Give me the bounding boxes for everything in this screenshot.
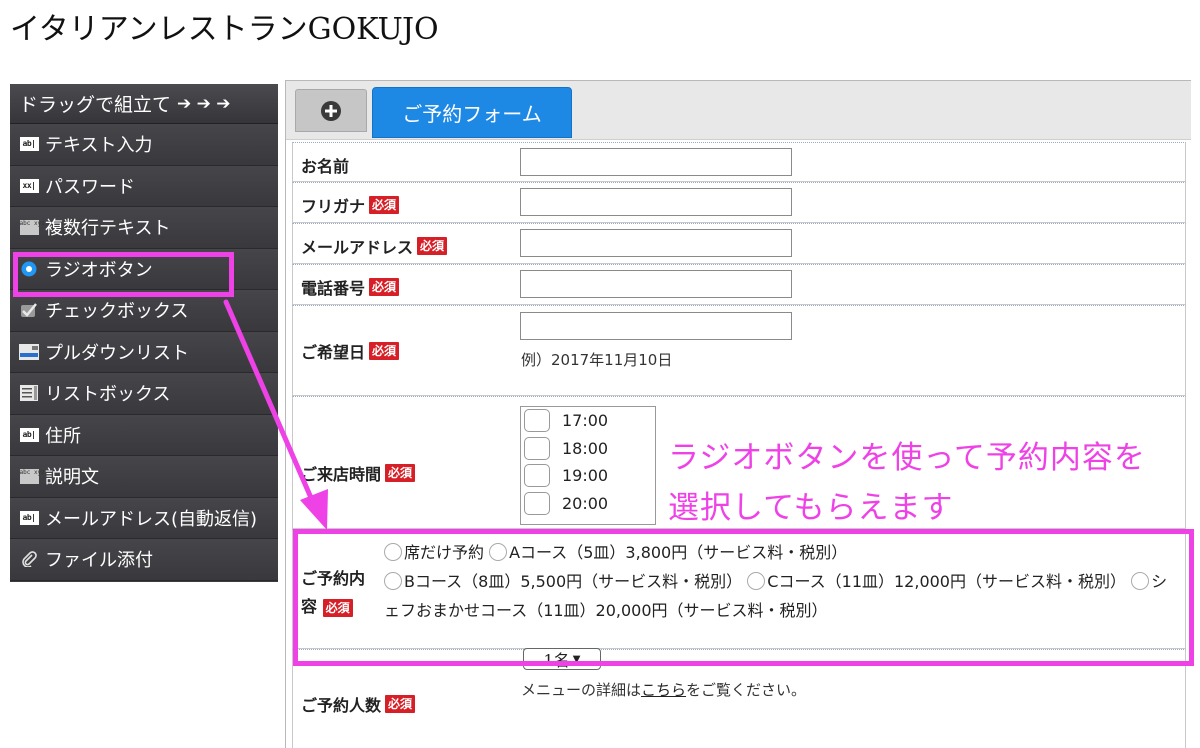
time-option[interactable]: 17:00 <box>521 407 655 435</box>
textarea-icon: abc xyz <box>19 219 45 235</box>
checkbox[interactable] <box>524 491 550 515</box>
palette-item-label: テキスト入力 <box>45 135 153 157</box>
field-label: フリガナ 必須 <box>301 193 400 217</box>
form-row-email[interactable]: メールアドレス 必須 <box>292 223 1186 264</box>
field-label: お名前 <box>301 157 350 176</box>
checkbox-icon <box>19 302 39 318</box>
time-checkbox-list[interactable]: 17:00 18:00 19:00 20:00 <box>520 406 656 525</box>
menu-note: メニューの詳細はこちらをご覧ください。 <box>521 681 807 699</box>
field-palette-sidebar: ドラッグで組立て ➔ ➔ ➔ ab| テキスト入力 xx| パスワード abc … <box>10 84 278 582</box>
required-badge: 必須 <box>369 196 400 214</box>
form-row-furigana[interactable]: フリガナ 必須 <box>292 182 1186 223</box>
field-label: メールアドレス 必須 <box>301 234 448 258</box>
field-label: ご希望日 必須 <box>301 339 400 363</box>
tab-strip: ご予約フォーム <box>286 81 1191 140</box>
furigana-field[interactable] <box>520 188 792 216</box>
palette-item-dropdown[interactable]: プルダウンリスト <box>10 331 278 373</box>
palette-item-label: 住所 <box>45 425 81 447</box>
text-input-icon: ab| <box>19 136 39 152</box>
palette-item-description[interactable]: abc xyz 説明文 <box>10 456 278 498</box>
palette-item-label: ファイル添付 <box>45 550 153 572</box>
email-autoreply-icon: ab| <box>19 510 39 526</box>
paperclip-icon <box>19 551 39 568</box>
palette-item-text-input[interactable]: ab| テキスト入力 <box>10 124 278 166</box>
tab-reservation-form[interactable]: ご予約フォーム <box>372 87 572 138</box>
field-label: 電話番号 必須 <box>301 275 400 299</box>
name-field[interactable] <box>520 148 792 176</box>
palette-item-label: 複数行テキスト <box>45 218 171 240</box>
palette-item-listbox[interactable]: リストボックス <box>10 373 278 415</box>
required-badge: 必須 <box>385 464 416 482</box>
email-field[interactable] <box>520 229 792 257</box>
phone-field[interactable] <box>520 270 792 298</box>
time-option[interactable]: 19:00 <box>521 462 655 490</box>
palette-item-address[interactable]: ab| 住所 <box>10 414 278 456</box>
palette-item-file-attach[interactable]: ファイル添付 <box>10 539 278 581</box>
checkbox[interactable] <box>524 409 550 433</box>
plus-circle-icon <box>321 100 341 121</box>
field-label: ご予約人数 必須 <box>301 692 416 716</box>
dropdown-icon <box>19 343 39 360</box>
palette-header-arrows: ➔ ➔ ➔ <box>177 93 231 114</box>
time-option[interactable]: 20:00 <box>521 490 655 518</box>
date-field[interactable] <box>520 312 792 340</box>
time-option[interactable]: 18:00 <box>521 435 655 463</box>
palette-item-label: プルダウンリスト <box>45 342 189 364</box>
palette-item-label: 説明文 <box>45 467 99 489</box>
palette-item-label: メールアドレス(自動返信) <box>45 508 258 530</box>
palette-header-label: ドラッグで組立て <box>19 94 172 116</box>
form-row-date[interactable]: ご希望日 必須 例）2017年11月10日 <box>292 305 1186 396</box>
palette-item-password[interactable]: xx| パスワード <box>10 165 278 207</box>
menu-details-link[interactable]: こちら <box>641 681 686 699</box>
listbox-icon <box>19 385 39 402</box>
annotation-text: ラジオボタンを使って予約内容を 選択してもらえます <box>668 440 1146 526</box>
highlight-course-row <box>293 529 1194 666</box>
date-hint: 例）2017年11月10日 <box>521 351 673 369</box>
form-row-phone[interactable]: 電話番号 必須 <box>292 264 1186 305</box>
palette-item-label: リストボックス <box>45 384 171 406</box>
form-row-name[interactable]: お名前 <box>292 142 1186 182</box>
password-icon: xx| <box>19 178 39 194</box>
required-badge: 必須 <box>369 278 400 296</box>
required-badge: 必須 <box>417 237 448 255</box>
add-tab-button[interactable] <box>295 89 367 132</box>
required-badge: 必須 <box>385 695 416 713</box>
checkbox[interactable] <box>524 436 550 460</box>
palette-item-email-autoreply[interactable]: ab| メールアドレス(自動返信) <box>10 497 278 539</box>
required-badge: 必須 <box>369 342 400 360</box>
description-icon: abc xyz <box>19 468 45 484</box>
palette-item-label: チェックボックス <box>45 301 189 323</box>
checkbox[interactable] <box>524 464 550 488</box>
page-title: イタリアンレストランGOKUJO <box>10 12 439 47</box>
address-icon: ab| <box>19 427 39 443</box>
highlight-radio-palette-item <box>13 252 234 297</box>
field-label: ご来店時間 必須 <box>301 461 416 485</box>
palette-header: ドラッグで組立て ➔ ➔ ➔ <box>10 84 278 124</box>
palette-item-textarea[interactable]: abc xyz 複数行テキスト <box>10 207 278 249</box>
palette-item-label: パスワード <box>45 176 135 198</box>
